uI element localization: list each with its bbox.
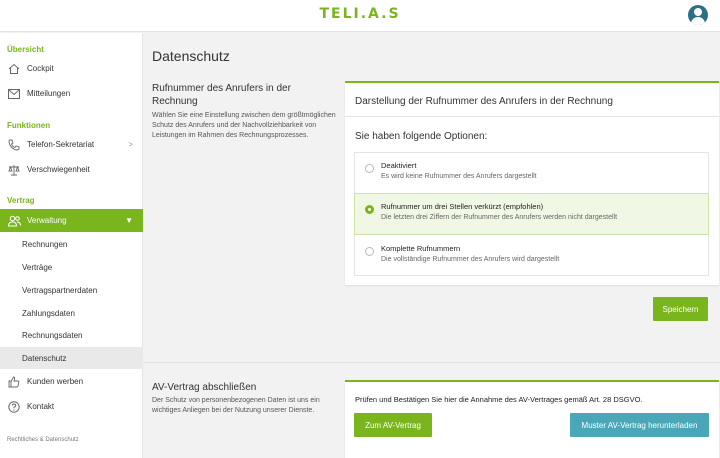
user-icon[interactable] (688, 5, 708, 25)
footer-link-legal[interactable]: Rechtliches & Datenschutz (7, 437, 79, 443)
sidebar-item-kunden-werben[interactable]: Kunden werben (0, 370, 143, 393)
option-verkuerzt[interactable]: Rufnummer um drei Stellen verkürzt (empf… (354, 193, 709, 235)
sidebar-item-label: Mitteilungen (27, 89, 71, 98)
options-list: Deaktiviert Es wird keine Rufnummer des … (354, 152, 709, 276)
section-description-caller-number: Wählen Sie eine Einstellung zwischen dem… (152, 112, 336, 139)
thumbs-up-icon (7, 375, 21, 389)
sidebar-item-label: Telefon-Sekretariat (27, 140, 95, 149)
sidebar-subitem-vertraege[interactable]: Verträge (0, 256, 143, 278)
home-icon (7, 62, 21, 76)
sidebar-item-mitteilungen[interactable]: Mitteilungen (0, 82, 143, 105)
help-icon (7, 400, 21, 414)
users-icon (7, 214, 21, 228)
radio-button[interactable] (365, 247, 374, 256)
sidebar-item-label: Cockpit (27, 64, 54, 73)
option-label: Rufnummer um drei Stellen verkürzt (empf… (381, 202, 544, 211)
radio-button[interactable] (365, 164, 374, 173)
sidebar-item-verschwiegenheit[interactable]: Verschwiegenheit (0, 158, 143, 181)
radio-button-selected[interactable] (365, 205, 374, 214)
caller-number-card: Darstellung der Rufnummer des Anrufers i… (345, 81, 719, 285)
top-bar: TELI.A.S (0, 0, 720, 32)
page-title: Datenschutz (152, 48, 230, 64)
save-button[interactable]: Speichern (653, 297, 708, 321)
option-deaktiviert[interactable]: Deaktiviert Es wird keine Rufnummer des … (355, 153, 708, 195)
sidebar-item-label: Kontakt (27, 402, 55, 411)
option-description: Die letzten drei Ziffern der Rufnummer d… (381, 214, 618, 221)
sidebar-item-verwaltung[interactable]: Verwaltung ▼ (0, 209, 143, 232)
sidebar-subitem-zahlungsdaten[interactable]: Zahlungsdaten (0, 302, 143, 324)
chevron-right-icon: > (128, 140, 133, 149)
option-komplett[interactable]: Komplette Rufnummern Die vollständige Ru… (355, 236, 708, 278)
chevron-down-icon: ▼ (125, 216, 133, 225)
sidebar-section-functions: Funktionen (7, 121, 51, 130)
option-description: Die vollständige Rufnummer des Anrufers … (381, 256, 560, 263)
section-divider (143, 362, 720, 363)
options-title: Sie haben folgende Optionen: (355, 131, 488, 142)
sidebar-item-telefon-sekretariat[interactable]: Telefon-Sekretariat > (0, 133, 143, 156)
sidebar-subitem-vertragspartnerdaten[interactable]: Vertragspartnerdaten (0, 279, 143, 301)
option-label: Deaktiviert (381, 161, 417, 170)
scales-icon (7, 163, 21, 177)
logo[interactable]: TELI.A.S (0, 6, 720, 22)
mail-icon (7, 87, 21, 101)
sidebar-item-kontakt[interactable]: Kontakt (0, 395, 143, 418)
section-heading-av-contract: AV-Vertrag abschließen (152, 382, 257, 393)
sidebar-item-label: Verschwiegenheit (27, 165, 90, 174)
phone-icon (7, 138, 21, 152)
av-contract-text: Prüfen und Bestätigen Sie hier die Annah… (355, 395, 643, 404)
sidebar-subitem-rechnungen[interactable]: Rechnungen (0, 233, 143, 255)
sidebar-item-label: Verwaltung (27, 216, 67, 225)
section-description-av-contract: Der Schutz von personenbezogenen Daten i… (152, 397, 320, 414)
sidebar-subitem-rechnungsdaten[interactable]: Rechnungsdaten (0, 324, 143, 346)
sidebar-section-contract: Vertrag (7, 196, 35, 205)
av-contract-card: Prüfen und Bestätigen Sie hier die Annah… (345, 380, 719, 458)
download-av-contract-button[interactable]: Muster AV-Vertrag herunterladen (570, 413, 709, 437)
sidebar-item-cockpit[interactable]: Cockpit (0, 57, 143, 80)
sidebar-section-overview: Übersicht (7, 45, 44, 54)
sidebar: Übersicht Cockpit Mitteilungen Funktione… (0, 33, 143, 458)
option-label: Komplette Rufnummern (381, 244, 461, 253)
sidebar-subitem-datenschutz[interactable]: Datenschutz (0, 347, 143, 369)
option-description: Es wird keine Rufnummer des Anrufers dar… (381, 173, 537, 180)
section-heading-caller-number: Rufnummer des Anrufers in der Rechnung (152, 83, 291, 107)
av-contract-button[interactable]: Zum AV-Vertrag (354, 413, 432, 437)
sidebar-item-label: Kunden werben (27, 377, 84, 386)
card-title: Darstellung der Rufnummer des Anrufers i… (345, 83, 719, 117)
